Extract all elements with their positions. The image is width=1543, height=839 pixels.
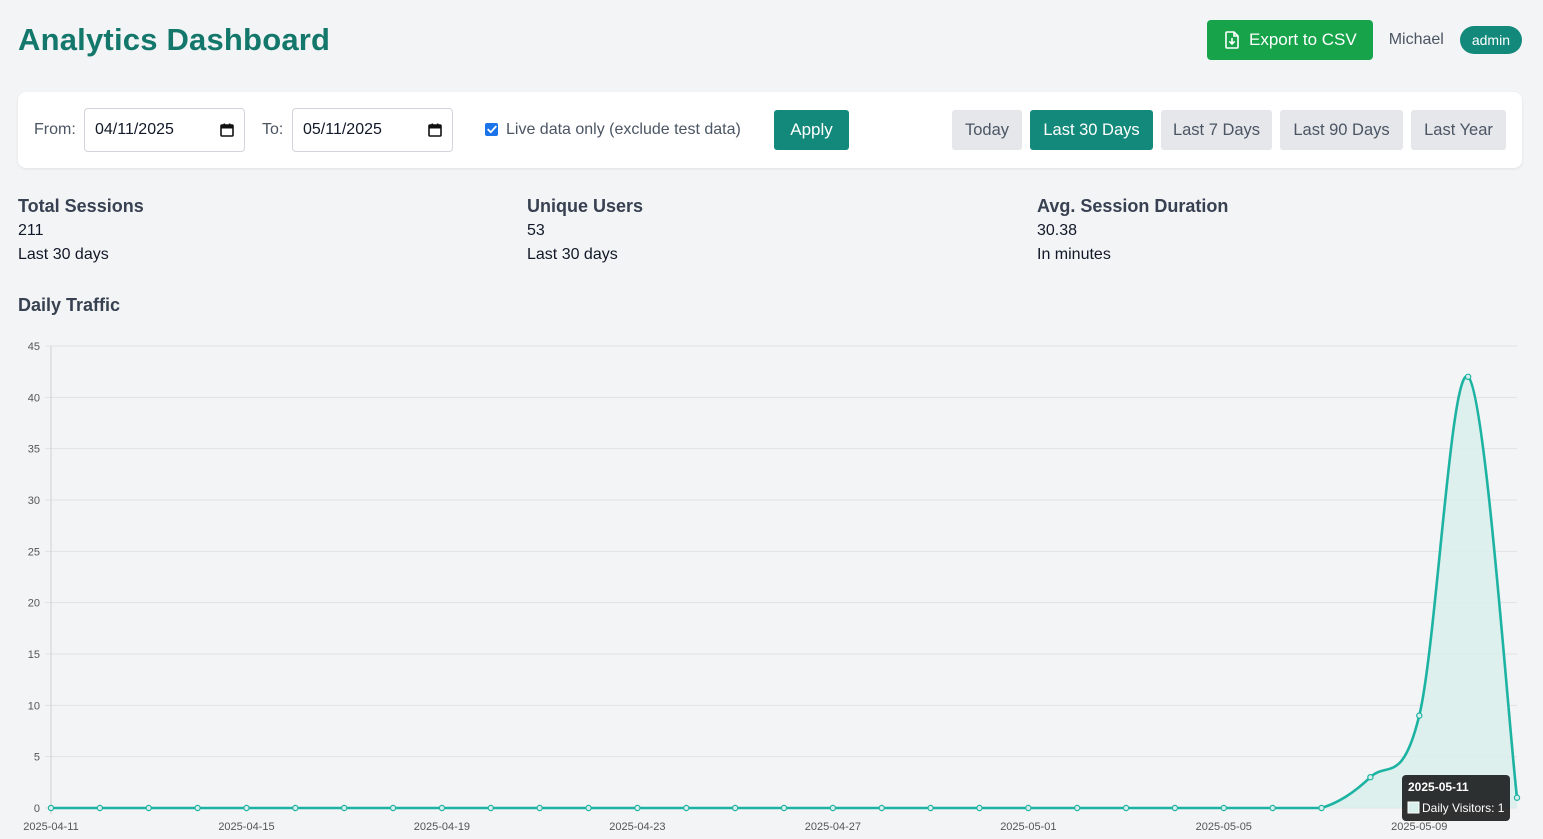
stat-title: Avg. Session Duration <box>1037 196 1229 216</box>
daily-traffic-chart[interactable]: 0 5 10 15 20 25 30 35 40 45 2025-04-11 2025-04-15 20… <box>0 330 1543 839</box>
to-label: To: <box>262 121 284 138</box>
data-point <box>927 804 934 812</box>
header-actions: Export to CSV Michael admin <box>1207 20 1522 60</box>
data-point <box>1367 774 1374 781</box>
from-label: From: <box>34 121 76 138</box>
range-last-90-days-button[interactable]: Last 90 Days <box>1280 110 1403 150</box>
page-title: Analytics Dashboard <box>18 22 331 57</box>
data-point <box>96 804 104 812</box>
y-tick-label: 40 <box>28 392 40 404</box>
y-tick-label: 35 <box>28 444 40 456</box>
data-point <box>976 804 983 812</box>
data-point <box>878 804 885 812</box>
range-last-7-days-button[interactable]: Last 7 Days <box>1161 110 1272 150</box>
data-point <box>1025 804 1032 812</box>
stat-avg-session-duration: Avg. Session Duration 30.38 In minutes <box>1037 195 1228 265</box>
data-point <box>780 804 788 812</box>
x-tick-label: 2025-05-09 <box>1391 821 1447 833</box>
y-tick-label: 10 <box>28 700 40 712</box>
calendar-icon[interactable] <box>428 123 442 137</box>
username: Michael <box>1388 31 1444 48</box>
y-tick-label: 15 <box>28 649 40 661</box>
data-point <box>292 804 299 812</box>
data-point <box>1318 804 1325 812</box>
y-tick-label: 25 <box>28 546 40 558</box>
stat-subtitle: In minutes <box>1037 246 1111 263</box>
data-point <box>194 804 201 812</box>
stat-subtitle: Last 30 days <box>527 246 618 263</box>
checkmark-icon <box>486 125 497 134</box>
stat-value: 30.38 <box>1037 222 1078 239</box>
data-point <box>389 804 397 812</box>
header: Analytics Dashboard Export to CSV Michae… <box>18 20 1522 60</box>
series-area-daily-visitors <box>51 376 1517 808</box>
tooltip-swatch <box>1407 801 1420 814</box>
data-point <box>536 804 543 812</box>
filter-bar: From: 04/11/2025 To: 05/11/2025 Live dat… <box>18 92 1522 168</box>
chart-title: Daily Traffic <box>18 295 121 315</box>
stat-title: Total Sessions <box>18 196 144 216</box>
stat-total-sessions: Total Sessions 211 Last 30 days <box>18 195 144 265</box>
export-csv-label: Export to CSV <box>1249 30 1357 49</box>
data-point <box>145 804 152 812</box>
data-point <box>47 804 55 812</box>
series-line-daily-visitors <box>51 375 1519 810</box>
range-last-year-button[interactable]: Last Year <box>1411 110 1506 150</box>
tooltip-label: Daily Visitors: 1 <box>1422 801 1505 815</box>
live-data-checkbox[interactable] <box>485 123 498 136</box>
to-date-value: 05/11/2025 <box>303 121 382 138</box>
data-point <box>243 804 250 812</box>
data-point <box>341 804 348 812</box>
apply-button[interactable]: Apply <box>774 110 849 150</box>
stat-subtitle: Last 30 days <box>18 246 109 263</box>
x-tick-label: 2025-04-19 <box>414 821 470 833</box>
range-last-30-days-button[interactable]: Last 30 Days <box>1030 110 1153 150</box>
data-point <box>634 804 641 812</box>
y-tick-label: 0 <box>34 803 40 815</box>
data-point <box>1464 373 1472 381</box>
data-point <box>1220 804 1228 812</box>
chart-tooltip: 2025-05-11 Daily Visitors: 1 <box>1402 775 1510 821</box>
role-badge: admin <box>1459 26 1522 54</box>
x-tick-label: 2025-05-05 <box>1196 821 1252 833</box>
from-date-input[interactable]: 04/11/2025 <box>84 108 245 152</box>
y-tick-label: 5 <box>34 752 40 764</box>
live-data-label[interactable]: Live data only (exclude test data) <box>506 121 741 139</box>
stat-value: 211 <box>18 222 44 239</box>
stat-value: 53 <box>527 222 545 239</box>
data-point <box>1073 804 1081 812</box>
stat-unique-users: Unique Users 53 Last 30 days <box>527 195 643 265</box>
data-point <box>1513 794 1521 801</box>
stat-title: Unique Users <box>527 196 644 216</box>
data-point <box>829 804 837 812</box>
data-point <box>731 804 739 812</box>
data-point <box>1122 804 1130 812</box>
data-point <box>487 804 494 812</box>
x-tick-label: 2025-05-01 <box>1000 821 1056 833</box>
y-tick-label: 30 <box>28 495 40 507</box>
export-csv-button[interactable]: Export to CSV <box>1207 20 1373 60</box>
x-tick-label: 2025-04-27 <box>805 821 861 833</box>
data-point <box>585 804 592 812</box>
data-point <box>438 804 446 812</box>
calendar-icon[interactable] <box>220 123 234 137</box>
x-tick-label: 2025-04-23 <box>609 821 665 833</box>
data-point <box>1171 804 1179 812</box>
tooltip-title: 2025-05-11 <box>1408 780 1469 794</box>
to-date-input[interactable]: 05/11/2025 <box>292 108 453 152</box>
file-download-icon <box>1225 31 1239 49</box>
data-point <box>1269 804 1276 812</box>
y-tick-label: 45 <box>28 341 40 353</box>
data-point <box>1416 712 1423 719</box>
x-tick-label: 2025-04-11 <box>23 821 78 833</box>
range-today-button[interactable]: Today <box>952 110 1022 150</box>
y-tick-label: 20 <box>28 598 40 610</box>
data-point <box>683 804 690 812</box>
from-date-value: 04/11/2025 <box>95 121 174 138</box>
x-tick-label: 2025-04-15 <box>218 821 274 833</box>
